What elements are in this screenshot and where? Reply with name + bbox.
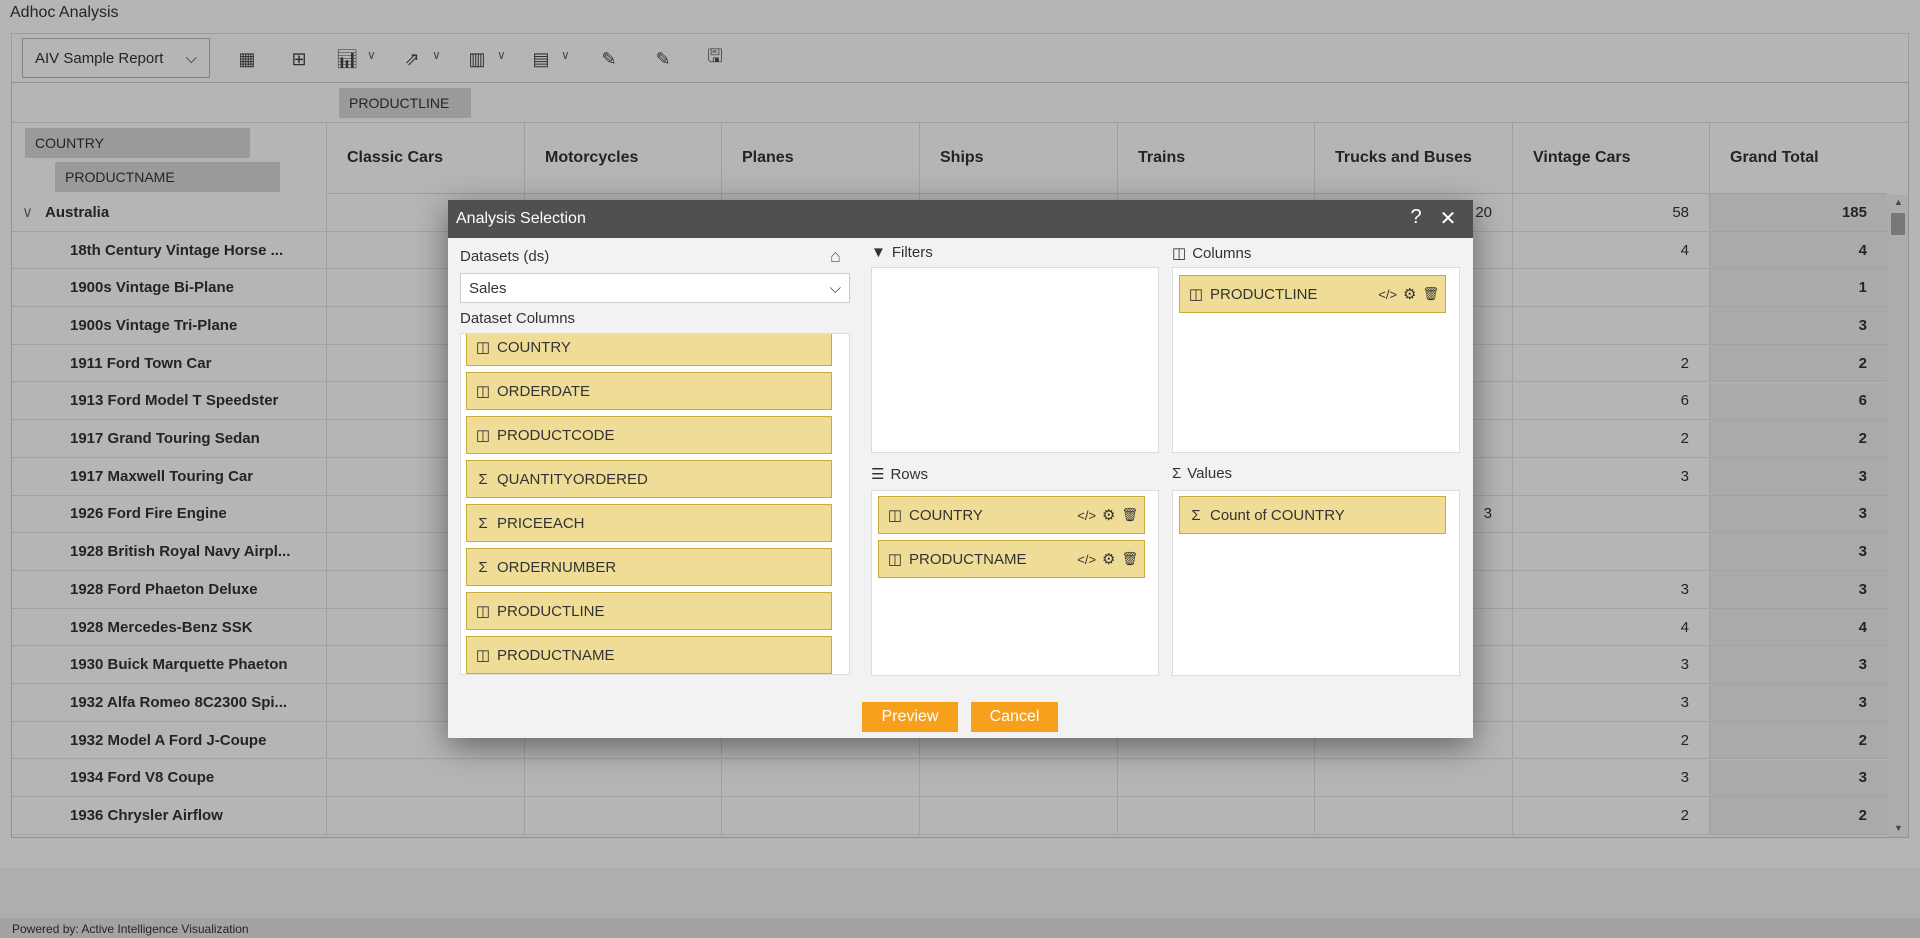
dataset-column-item[interactable]: ◫ PRODUCTLINE [466,592,832,630]
field-label: Count of COUNTRY [1210,506,1345,524]
rows-drop-zone[interactable]: ◫ COUNTRY </> ⚙ 🗑︎ ◫ PRODUCTNAME </> ⚙ 🗑︎ [871,490,1159,676]
dataset-column-item[interactable]: ◫ PRODUCTCODE [466,416,832,454]
analysis-selection-dialog: Analysis Selection ? ✕ Datasets (ds) ⌂ S… [448,200,1473,738]
filters-label: Filters [891,244,933,261]
dataset-select-value: Sales [469,279,507,297]
dataset-columns-label: Dataset Columns [460,310,576,327]
code-icon[interactable]: </> [1378,287,1397,302]
cancel-button[interactable]: Cancel [971,702,1058,732]
row-field-item[interactable]: ◫ PRODUCTNAME </> ⚙ 🗑︎ [878,540,1145,578]
column-icon: ◫ [475,339,491,356]
field-label: PRODUCTLINE [1210,285,1318,303]
dataset-column-item[interactable]: Σ PRICEEACH [466,504,832,542]
sigma-icon: Σ [478,514,488,532]
preview-button[interactable]: Preview [862,702,958,732]
home-icon[interactable]: ⌂ [830,246,841,267]
field-label: PRODUCTNAME [909,550,1027,568]
rows-icon: ☰ [871,466,885,483]
field-label: PRICEEACH [497,514,585,532]
dialog-title: Analysis Selection [456,210,586,227]
dataset-columns-list: ◫ COUNTRY ◫ ORDERDATE ◫ PRODUCTCODE Σ QUANTITYO… [460,333,850,675]
trash-icon[interactable]: 🗑︎ [1121,507,1138,523]
values-label: Values [1187,465,1233,482]
field-label: COUNTRY [909,506,983,524]
dataset-column-item[interactable]: ◫ PRODUCTNAME [466,636,832,674]
column-icon: ◫ [887,507,903,524]
datasets-label: Datasets (ds) [460,248,550,265]
column-field-item[interactable]: ◫ PRODUCTLINE </> ⚙ 🗑︎ [1179,275,1446,313]
dataset-column-item[interactable]: Σ QUANTITYORDERED [466,460,832,498]
field-label: ORDERNUMBER [497,558,617,576]
code-icon[interactable]: </> [1077,552,1096,567]
columns-drop-zone[interactable]: ◫ PRODUCTLINE </> ⚙ 🗑︎ [1172,267,1460,453]
sigma-icon: Σ [478,558,488,576]
field-label: PRODUCTLINE [497,602,605,620]
column-icon: ◫ [887,551,903,568]
field-label: ORDERDATE [497,382,591,400]
filter-icon: ▼ [871,244,886,261]
columns-label: Columns [1192,244,1252,262]
dataset-column-item[interactable]: ◫ COUNTRY [466,334,832,366]
value-field-item[interactable]: Σ Count of COUNTRY [1179,496,1446,534]
row-field-item[interactable]: ◫ COUNTRY </> ⚙ 🗑︎ [878,496,1145,534]
help-button[interactable]: ? [1404,206,1428,229]
field-label: PRODUCTNAME [497,646,615,664]
field-label: PRODUCTCODE [497,426,615,444]
sigma-icon: Σ [478,470,488,488]
code-icon[interactable]: </> [1077,508,1096,523]
field-label: QUANTITYORDERED [497,470,648,488]
column-icon: ◫ [475,647,491,664]
filters-drop-zone[interactable] [871,267,1159,453]
dataset-select[interactable]: Sales ⌵ [460,273,850,303]
chevron-down-icon: ⌵ [829,279,841,297]
gear-icon[interactable]: ⚙ [1102,550,1115,568]
columns-icon: ◫ [1172,245,1187,262]
column-icon: ◫ [475,427,491,444]
values-drop-zone[interactable]: Σ Count of COUNTRY [1172,490,1460,676]
dataset-column-item[interactable]: Σ ORDERNUMBER [466,548,832,586]
column-icon: ◫ [475,603,491,620]
sigma-icon: Σ [1172,465,1182,482]
close-button[interactable]: ✕ [1436,206,1460,231]
dataset-column-item[interactable]: ◫ ORDERDATE [466,372,832,410]
field-label: COUNTRY [497,338,571,356]
trash-icon[interactable]: 🗑︎ [1422,286,1439,302]
gear-icon[interactable]: ⚙ [1403,285,1416,303]
sigma-icon: Σ [1191,506,1201,524]
column-icon: ◫ [1188,286,1204,303]
gear-icon[interactable]: ⚙ [1102,506,1115,524]
rows-label: Rows [890,465,928,483]
trash-icon[interactable]: 🗑︎ [1121,551,1138,567]
column-icon: ◫ [475,383,491,400]
